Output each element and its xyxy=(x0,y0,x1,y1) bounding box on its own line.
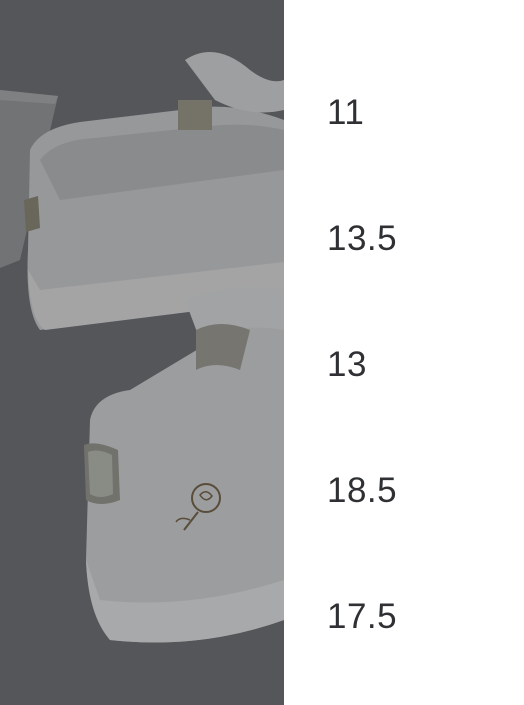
size-option-13-5[interactable]: 13.5 xyxy=(284,176,524,302)
size-option-18-5[interactable]: 18.5 xyxy=(284,428,524,554)
size-option-label: 11 xyxy=(327,93,365,132)
size-picker-screen: 11 13.5 13 18.5 17.5 xyxy=(0,0,524,705)
size-option-17-5[interactable]: 17.5 xyxy=(284,554,524,680)
size-option-label: 18.5 xyxy=(327,471,398,510)
product-photo[interactable] xyxy=(0,0,284,705)
size-option-label: 17.5 xyxy=(327,597,398,636)
size-option-label: 13 xyxy=(327,345,367,384)
size-options-panel: 11 13.5 13 18.5 17.5 xyxy=(284,0,524,705)
size-option-13[interactable]: 13 xyxy=(284,302,524,428)
size-option-label: 13.5 xyxy=(327,219,398,258)
size-option-11[interactable]: 11 xyxy=(284,50,524,176)
dim-overlay[interactable] xyxy=(0,0,284,705)
